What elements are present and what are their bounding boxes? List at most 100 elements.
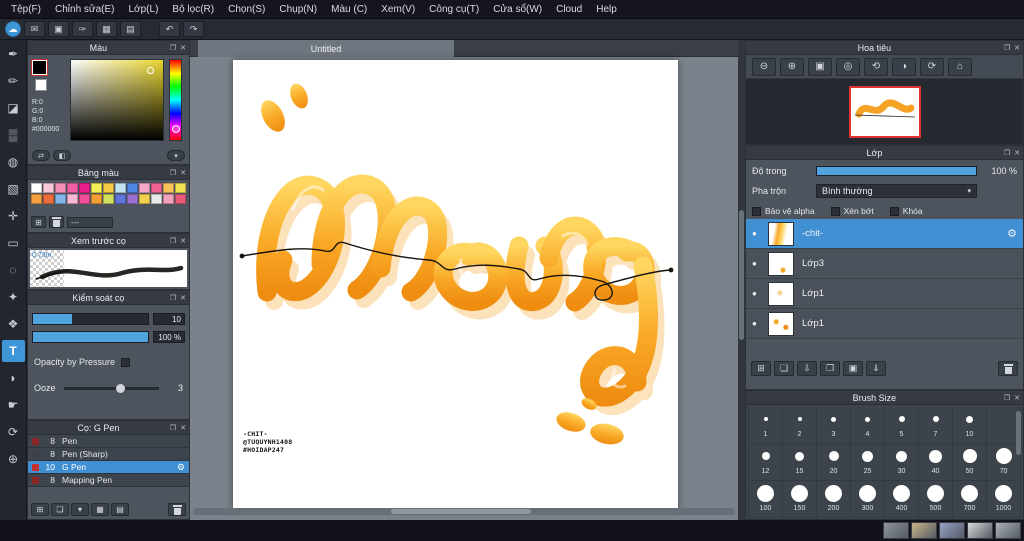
float-panel-icon[interactable]: ❐ <box>1004 394 1010 402</box>
brush-item[interactable]: 8 Pen <box>28 435 189 448</box>
brush-opacity-slider[interactable] <box>32 331 149 343</box>
brush-size-scrollbar[interactable] <box>1016 411 1021 455</box>
material-thumbnail-1[interactable] <box>911 522 937 539</box>
vertical-scrollbar[interactable] <box>738 40 745 520</box>
float-panel-icon[interactable]: ❐ <box>170 44 176 52</box>
layer-visibility-icon[interactable]: ● <box>752 319 768 328</box>
blend-mode-dropdown[interactable]: Bình thường ▾ <box>816 184 977 198</box>
palette-preset-select[interactable]: --- <box>67 216 113 228</box>
brush-item[interactable]: 10 G Pen ⚙ <box>28 461 189 474</box>
hue-slider[interactable] <box>169 59 182 141</box>
brush-size-300[interactable]: 300 <box>851 481 885 518</box>
document-tab[interactable]: Untitled <box>198 40 454 57</box>
duplicate-brush-icon[interactable]: ❏ <box>51 503 69 516</box>
brush-size-1000[interactable]: 1000 <box>987 481 1021 518</box>
brush-size-7[interactable]: 7 <box>919 407 953 444</box>
material-thumbnail-3[interactable] <box>967 522 993 539</box>
text-tool[interactable]: T <box>1 340 25 362</box>
menu-item-0[interactable]: Tệp(F) <box>4 2 48 17</box>
palette-swatch[interactable] <box>103 194 114 204</box>
palette-swatch[interactable] <box>43 194 54 204</box>
menu-item-4[interactable]: Chọn(S) <box>221 2 272 17</box>
palette-swatch[interactable] <box>43 183 54 193</box>
brush-size-10[interactable]: 10 <box>953 407 987 444</box>
palette-swatch[interactable] <box>31 194 42 204</box>
float-panel-icon[interactable]: ❐ <box>170 169 176 177</box>
ooze-slider[interactable] <box>63 383 159 393</box>
magic-wand-tool[interactable]: ✦ <box>2 286 25 308</box>
zoom-tool[interactable]: ⊕ <box>2 448 25 470</box>
brush-size-100[interactable]: 100 <box>749 481 783 518</box>
float-panel-icon[interactable]: ❐ <box>1004 44 1010 52</box>
layer-down-icon[interactable]: ⇩ <box>797 361 817 376</box>
material-panel-icon[interactable]: ▤ <box>120 21 141 37</box>
brush-size-50[interactable]: 50 <box>953 444 987 481</box>
layer-visibility-icon[interactable]: ● <box>752 289 768 298</box>
palette-swatch[interactable] <box>127 194 138 204</box>
brush-size-700[interactable]: 700 <box>953 481 987 518</box>
palette-swatch[interactable] <box>67 183 78 193</box>
menu-item-6[interactable]: Màu (C) <box>324 2 374 17</box>
brush-size-3[interactable]: 3 <box>817 407 851 444</box>
add-brush-icon[interactable]: ⊞ <box>31 503 49 516</box>
brush-size-500[interactable]: 500 <box>919 481 953 518</box>
close-panel-icon[interactable]: ✕ <box>1014 44 1020 52</box>
brush-size-value[interactable]: 10 <box>153 313 185 325</box>
fit-screen-icon[interactable]: ▣ <box>808 57 832 76</box>
flip-view-icon[interactable]: ◑ <box>892 57 916 76</box>
horizontal-scrollbar[interactable] <box>193 508 735 515</box>
float-panel-icon[interactable]: ❐ <box>170 237 176 245</box>
brush-size-2[interactable]: 2 <box>783 407 817 444</box>
layer-material-icon[interactable]: ▣ <box>843 361 863 376</box>
add-color-button[interactable]: ⊞ <box>31 216 46 228</box>
close-panel-icon[interactable]: ✕ <box>180 294 186 302</box>
float-panel-icon[interactable]: ❐ <box>170 294 176 302</box>
medibang-cloud-icon[interactable]: ☁ <box>5 21 21 37</box>
eyedropper-tool[interactable]: ◗ <box>2 367 25 389</box>
brush-size-slider[interactable] <box>32 313 149 325</box>
opacity-by-pressure-checkbox[interactable] <box>121 357 131 367</box>
palette-swatch[interactable] <box>31 183 42 193</box>
zoom-100-icon[interactable]: ◎ <box>836 57 860 76</box>
delete-brush-icon[interactable] <box>168 503 186 516</box>
brush-size-30[interactable]: 30 <box>885 444 919 481</box>
menu-item-3[interactable]: Bộ lọc(R) <box>165 2 221 17</box>
hand-tool[interactable]: ☛ <box>2 394 25 416</box>
delete-color-button[interactable] <box>49 216 64 228</box>
menu-item-9[interactable]: Cửa sổ(W) <box>486 2 549 17</box>
brush-size-25[interactable]: 25 <box>851 444 885 481</box>
brush-edit-icon[interactable]: ✑ <box>72 21 93 37</box>
layer-row-3[interactable]: ● Lớp1 <box>746 309 1023 339</box>
eraser-tool[interactable]: ◪ <box>2 97 25 119</box>
float-panel-icon[interactable]: ❐ <box>1004 149 1010 157</box>
rotate-right-icon[interactable]: ⟳ <box>920 57 944 76</box>
brush-item[interactable]: 8 Mapping Pen <box>28 474 189 487</box>
layer-folder-icon[interactable]: ❐ <box>820 361 840 376</box>
float-panel-icon[interactable]: ❐ <box>170 424 176 432</box>
palette-swatch[interactable] <box>139 194 150 204</box>
palette-swatch[interactable] <box>151 183 162 193</box>
palette-swatch[interactable] <box>115 183 126 193</box>
brush-size-40[interactable]: 40 <box>919 444 953 481</box>
menu-item-10[interactable]: Cloud <box>549 2 589 17</box>
palette-swatch[interactable] <box>151 194 162 204</box>
pen-tool[interactable]: ✒ <box>2 43 25 65</box>
palette-swatch[interactable] <box>67 194 78 204</box>
material-thumbnail-4[interactable] <box>995 522 1021 539</box>
brush-size-12[interactable]: 12 <box>749 444 783 481</box>
close-panel-icon[interactable]: ✕ <box>180 237 186 245</box>
brush-opacity-value[interactable]: 100 % <box>153 331 185 343</box>
layer-row-1[interactable]: ● Lớp3 <box>746 249 1023 279</box>
brush-size-4[interactable]: 4 <box>851 407 885 444</box>
palette-swatch[interactable] <box>55 183 66 193</box>
panel-layout-icon[interactable]: ▣ <box>48 21 69 37</box>
rotate-view-tool[interactable]: ⟳ <box>2 421 25 443</box>
menu-item-11[interactable]: Help <box>589 2 624 17</box>
brush-item[interactable]: 8 Pen (Sharp) <box>28 448 189 461</box>
gradient-tool[interactable]: ▧ <box>2 178 25 200</box>
undo-icon[interactable]: ↶ <box>159 21 180 37</box>
palette-swatch[interactable] <box>79 194 90 204</box>
palette-swatch[interactable] <box>103 183 114 193</box>
palette-swatch[interactable] <box>163 183 174 193</box>
menu-item-1[interactable]: Chỉnh sửa(E) <box>48 2 122 17</box>
